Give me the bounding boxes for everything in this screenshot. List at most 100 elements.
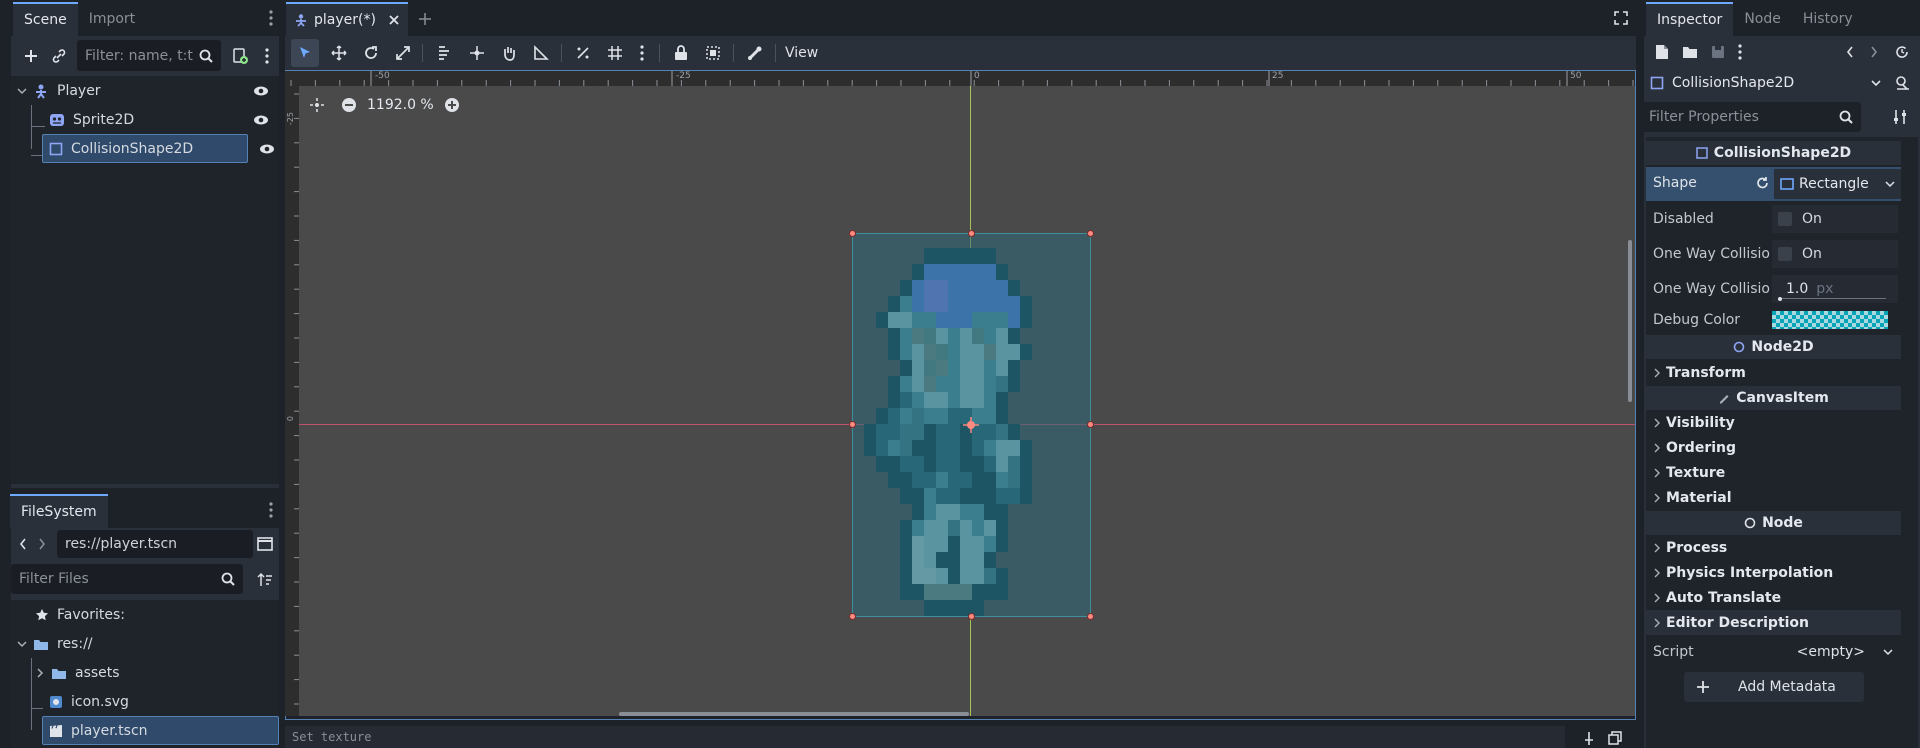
grid-snap-icon[interactable] bbox=[601, 39, 629, 67]
open-folder-icon[interactable] bbox=[1680, 42, 1700, 62]
vertical-scrollbar[interactable] bbox=[1628, 240, 1632, 402]
inspector-menu-icon[interactable] bbox=[1732, 42, 1748, 62]
selected-node-selector[interactable]: CollisionShape2D bbox=[1646, 68, 1882, 98]
visibility-eye-icon[interactable] bbox=[259, 143, 275, 155]
list-select-icon[interactable] bbox=[431, 39, 459, 67]
ruler-icon[interactable] bbox=[527, 39, 555, 67]
debug-color-swatch[interactable] bbox=[1772, 311, 1888, 329]
move-mode-icon[interactable] bbox=[325, 39, 353, 67]
group-ordering[interactable]: Ordering bbox=[1646, 435, 1901, 460]
resize-handle[interactable] bbox=[849, 421, 856, 428]
pin-icon[interactable] bbox=[1581, 730, 1597, 746]
group-auto-translate[interactable]: Auto Translate bbox=[1646, 585, 1901, 610]
save-icon[interactable] bbox=[1708, 42, 1728, 62]
scale-mode-icon[interactable] bbox=[389, 39, 417, 67]
scene-menu-icon[interactable] bbox=[258, 44, 276, 68]
group-material[interactable]: Material bbox=[1646, 485, 1901, 510]
canvas-2d[interactable]: 1192.0 % bbox=[299, 86, 1635, 716]
resize-handle[interactable] bbox=[1087, 613, 1094, 620]
tree-node-player[interactable]: Player bbox=[11, 76, 279, 105]
tab-scene[interactable]: Scene bbox=[13, 2, 78, 36]
scene-tab-player[interactable]: player(*) bbox=[286, 2, 408, 36]
visibility-eye-icon[interactable] bbox=[253, 85, 269, 97]
group-editor-description[interactable]: Editor Description bbox=[1646, 610, 1901, 635]
spinbox-slider-grabber[interactable] bbox=[1778, 296, 1782, 301]
chevron-down-icon[interactable] bbox=[17, 639, 27, 649]
property-tools-icon[interactable] bbox=[1890, 106, 1912, 128]
resize-handle[interactable] bbox=[849, 613, 856, 620]
path-field[interactable]: res://player.tscn bbox=[57, 530, 253, 558]
zoom-in-icon[interactable] bbox=[444, 97, 460, 113]
chevron-right-icon[interactable] bbox=[35, 667, 45, 678]
resize-handle[interactable] bbox=[968, 613, 975, 620]
group-transform[interactable]: Transform bbox=[1646, 360, 1901, 385]
resize-handle[interactable] bbox=[968, 230, 975, 237]
tree-node-sprite2d[interactable]: Sprite2D bbox=[45, 105, 279, 134]
history-forward-icon[interactable] bbox=[1866, 42, 1882, 62]
new-resource-icon[interactable] bbox=[1652, 42, 1672, 62]
tab-history[interactable]: History bbox=[1792, 2, 1864, 36]
sort-icon[interactable] bbox=[253, 568, 277, 592]
split-view-icon[interactable] bbox=[253, 532, 277, 556]
visibility-eye-icon[interactable] bbox=[253, 114, 269, 126]
chevron-down-icon[interactable] bbox=[1870, 78, 1882, 88]
shape-resource-picker[interactable]: Rectangle bbox=[1774, 169, 1901, 199]
tab-node[interactable]: Node bbox=[1733, 2, 1792, 36]
resize-handle[interactable] bbox=[1087, 421, 1094, 428]
rotate-mode-icon[interactable] bbox=[357, 39, 385, 67]
checkbox-box[interactable] bbox=[1778, 211, 1792, 226]
center-view-icon[interactable] bbox=[309, 97, 325, 113]
filter-properties-input[interactable]: Filter Properties bbox=[1641, 102, 1861, 132]
group-texture[interactable]: Texture bbox=[1646, 460, 1901, 485]
smart-snap-icon[interactable] bbox=[569, 39, 597, 67]
pivot-handle[interactable] bbox=[963, 417, 979, 433]
fs-item-favorites[interactable]: Favorites: bbox=[11, 600, 279, 629]
group-visibility[interactable]: Visibility bbox=[1646, 410, 1901, 435]
fs-item-player-tscn[interactable]: player.tscn bbox=[42, 716, 279, 745]
margin-spinbox[interactable]: 1.0 px bbox=[1772, 274, 1898, 303]
tree-node-collisionshape2d[interactable]: CollisionShape2D bbox=[42, 134, 248, 163]
tab-inspector[interactable]: Inspector bbox=[1646, 2, 1734, 36]
revert-icon[interactable] bbox=[1756, 176, 1770, 190]
back-icon[interactable] bbox=[16, 534, 30, 554]
recent-history-icon[interactable] bbox=[1892, 42, 1912, 62]
view-menu[interactable]: View bbox=[785, 42, 818, 64]
group-process[interactable]: Process bbox=[1646, 535, 1901, 560]
link-icon[interactable] bbox=[47, 44, 71, 68]
resize-handle[interactable] bbox=[1087, 230, 1094, 237]
fs-item-res[interactable]: res:// bbox=[11, 629, 279, 658]
pivot-icon[interactable] bbox=[463, 39, 491, 67]
pan-hand-icon[interactable] bbox=[495, 39, 523, 67]
object-properties-icon[interactable] bbox=[1890, 70, 1916, 96]
script-picker[interactable]: <empty> bbox=[1797, 644, 1865, 660]
chevron-down-icon[interactable] bbox=[17, 86, 27, 96]
snap-options-icon[interactable] bbox=[633, 39, 651, 67]
add-metadata-button[interactable]: Add Metadata bbox=[1684, 672, 1864, 702]
zoom-level[interactable]: 1192.0 % bbox=[367, 97, 434, 113]
spinbox-slider-track[interactable] bbox=[1778, 297, 1886, 299]
add-node-icon[interactable] bbox=[19, 44, 43, 68]
zoom-out-icon[interactable] bbox=[341, 97, 357, 113]
bone-tool-icon[interactable] bbox=[741, 39, 769, 67]
dock-menu-icon[interactable] bbox=[264, 8, 278, 28]
forward-icon[interactable] bbox=[35, 534, 49, 554]
group-physics-interpolation[interactable]: Physics Interpolation bbox=[1646, 560, 1901, 585]
fs-item-assets[interactable]: assets bbox=[11, 658, 279, 687]
fullscreen-icon[interactable] bbox=[1611, 8, 1631, 28]
dock-menu-icon[interactable] bbox=[264, 500, 278, 520]
copy-icon[interactable] bbox=[1607, 730, 1623, 746]
tab-import[interactable]: Import bbox=[78, 2, 146, 36]
resize-handle[interactable] bbox=[849, 230, 856, 237]
horizontal-scrollbar[interactable] bbox=[619, 712, 969, 716]
tab-filesystem[interactable]: FileSystem bbox=[10, 494, 108, 528]
add-tab-icon[interactable] bbox=[414, 8, 436, 30]
fs-item-icon-svg[interactable]: icon.svg bbox=[11, 687, 279, 716]
one-way-checkbox[interactable]: On bbox=[1772, 239, 1898, 268]
group-icon[interactable] bbox=[699, 39, 727, 67]
file-filter-input[interactable]: Filter Files bbox=[11, 564, 243, 594]
chevron-down-icon[interactable] bbox=[1883, 648, 1893, 656]
lock-icon[interactable] bbox=[667, 39, 695, 67]
close-icon[interactable] bbox=[388, 14, 400, 26]
history-back-icon[interactable] bbox=[1842, 42, 1858, 62]
scene-filter-input[interactable]: Filter: name, t:t bbox=[77, 40, 221, 71]
